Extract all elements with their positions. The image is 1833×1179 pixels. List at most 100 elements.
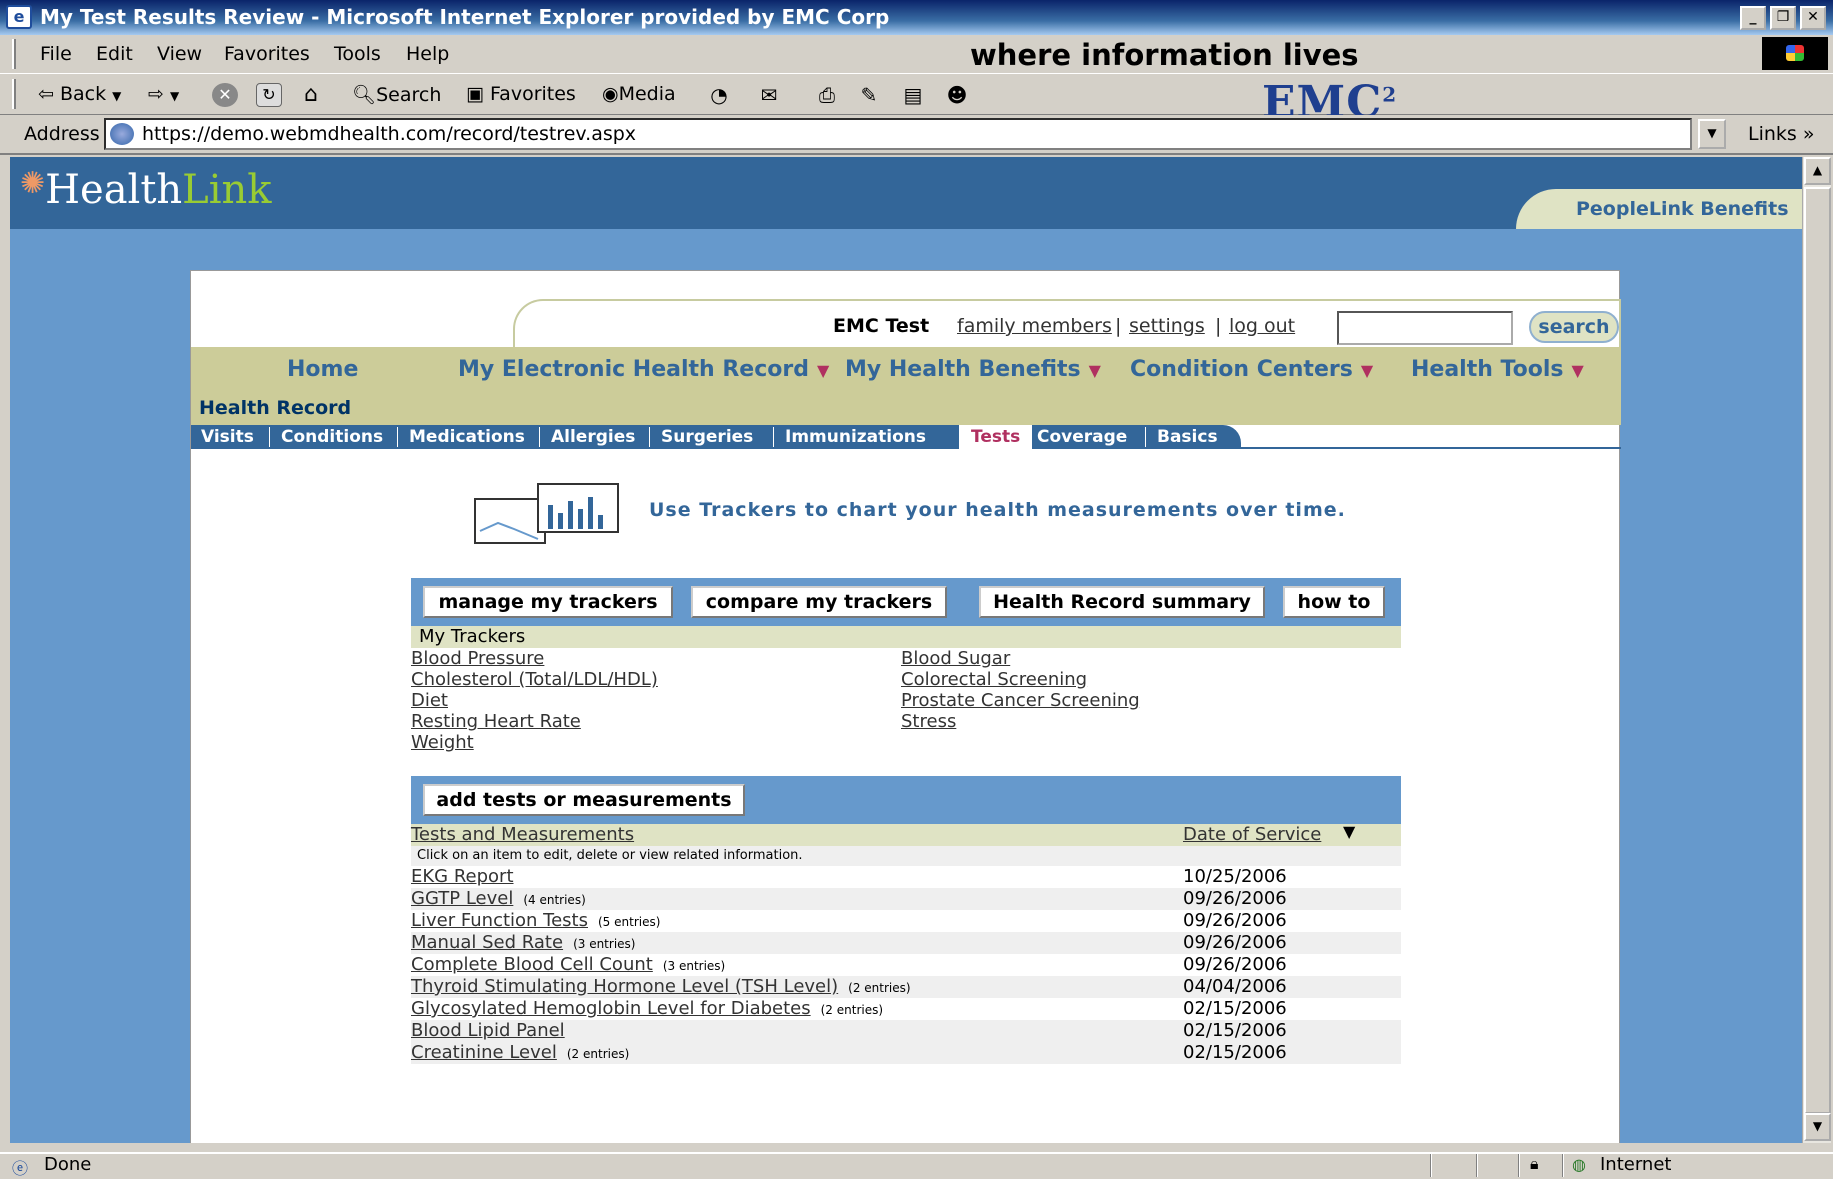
tracker-resting-heart-rate[interactable]: Resting Heart Rate — [411, 711, 581, 732]
tab-immunizations[interactable]: Immunizations — [785, 427, 926, 447]
tab-coverage[interactable]: Coverage — [1037, 427, 1127, 447]
tracker-colorectal-screening[interactable]: Colorectal Screening — [901, 669, 1087, 690]
vertical-scrollbar[interactable]: ▲ ▼ — [1802, 157, 1831, 1143]
discuss-icon[interactable]: ▤ — [900, 83, 926, 107]
tracker-weight[interactable]: Weight — [411, 732, 474, 753]
address-input[interactable]: https://demo.webmdhealth.com/record/test… — [104, 118, 1692, 150]
menu-favorites[interactable]: Favorites — [224, 43, 310, 65]
scroll-down-button[interactable]: ▼ — [1804, 1113, 1831, 1141]
settings-link[interactable]: settings — [1129, 315, 1205, 337]
edit-icon[interactable]: ✎ — [856, 83, 882, 107]
tab-surgeries[interactable]: Surgeries — [661, 427, 753, 447]
test-name-link[interactable]: Liver Function Tests (5 entries) — [411, 910, 660, 931]
nav-home[interactable]: Home — [287, 357, 358, 382]
test-name-link[interactable]: Blood Lipid Panel — [411, 1020, 575, 1041]
nav-health-tools[interactable]: Health Tools ▼ — [1411, 357, 1584, 382]
chevron-down-icon[interactable]: ▼ — [112, 89, 121, 103]
healthlink-logo[interactable]: ✺HealthLink — [20, 166, 272, 213]
table-row[interactable]: Liver Function Tests (5 entries) 09/26/20… — [411, 910, 1401, 932]
links-button[interactable]: Links » — [1748, 123, 1814, 145]
refresh-icon[interactable]: ↻ — [256, 83, 282, 107]
table-row[interactable]: Glycosylated Hemoglobin Level for Diabet… — [411, 998, 1401, 1020]
menu-edit[interactable]: Edit — [96, 43, 133, 65]
test-name-link[interactable]: GGTP Level (4 entries) — [411, 888, 586, 909]
forward-button[interactable]: ⇨ ▼ — [148, 83, 179, 105]
table-row[interactable]: GGTP Level (4 entries) 09/26/2006 — [411, 888, 1401, 910]
test-name-link[interactable]: Complete Blood Cell Count (3 entries) — [411, 954, 725, 975]
col-tests-and-measurements[interactable]: Tests and Measurements — [411, 824, 634, 845]
favorites-button[interactable]: ▣ Favorites — [466, 83, 576, 105]
status-divider — [1518, 1154, 1520, 1177]
table-row[interactable]: Manual Sed Rate (3 entries) 09/26/2006 — [411, 932, 1401, 954]
media-button[interactable]: ◉Media — [602, 83, 676, 105]
back-button[interactable]: ⇦ Back ▼ — [38, 83, 121, 105]
health-record-summary-button[interactable]: Health Record summary — [979, 586, 1265, 618]
site-header: ✺HealthLink PeopleLink Benefits — [10, 157, 1802, 229]
log-out-link[interactable]: log out — [1229, 315, 1295, 337]
toolbar-grip[interactable] — [12, 39, 16, 69]
tracker-cholesterol[interactable]: Cholesterol (Total/LDL/HDL) — [411, 669, 658, 690]
search-button[interactable]: 🔍︎Search — [352, 83, 441, 106]
history-icon[interactable]: ◔ — [706, 83, 732, 107]
home-icon[interactable]: ⌂ — [298, 83, 324, 107]
scroll-up-button[interactable]: ▲ — [1804, 157, 1831, 185]
tracker-blood-pressure[interactable]: Blood Pressure — [411, 648, 544, 669]
tracker-diet[interactable]: Diet — [411, 690, 448, 711]
search-input[interactable] — [1337, 311, 1513, 345]
ie-app-icon[interactable]: e — [6, 5, 32, 29]
tracker-blood-sugar[interactable]: Blood Sugar — [901, 648, 1010, 669]
chevron-down-icon: ▼ — [1571, 361, 1584, 380]
test-name-link[interactable]: EKG Report — [411, 866, 524, 887]
nav-electronic-health-record[interactable]: My Electronic Health Record ▼ — [458, 357, 829, 382]
tab-visits[interactable]: Visits — [201, 427, 254, 447]
tab-conditions[interactable]: Conditions — [281, 427, 383, 447]
col-date-of-service[interactable]: Date of Service — [1183, 824, 1321, 845]
menu-help[interactable]: Help — [406, 43, 449, 65]
minimize-button[interactable]: _ — [1740, 6, 1766, 30]
manage-trackers-button[interactable]: manage my trackers — [423, 586, 673, 618]
chevron-down-icon[interactable]: ▼ — [170, 89, 179, 103]
stop-icon[interactable]: ✕ — [212, 83, 238, 107]
restore-button[interactable]: ❐ — [1770, 6, 1796, 30]
how-to-button[interactable]: how to — [1283, 586, 1385, 618]
test-name-link[interactable]: Thyroid Stimulating Hormone Level (TSH L… — [411, 976, 911, 997]
table-row[interactable]: Complete Blood Cell Count (3 entries) 09/… — [411, 954, 1401, 976]
menu-view[interactable]: View — [157, 43, 202, 65]
address-bar: Address https://demo.webmdhealth.com/rec… — [0, 115, 1833, 155]
tracker-stress[interactable]: Stress — [901, 711, 956, 732]
search-button[interactable]: search — [1529, 311, 1619, 343]
table-row[interactable]: Blood Lipid Panel 02/15/2006 — [411, 1020, 1401, 1042]
forward-arrow-icon: ⇨ — [148, 83, 164, 105]
entry-count: (4 entries) — [523, 893, 586, 907]
table-row[interactable]: Thyroid Stimulating Hormone Level (TSH L… — [411, 976, 1401, 998]
globe-icon: ◍ — [1572, 1155, 1586, 1174]
peoplelink-benefits-tab[interactable]: PeopleLink Benefits — [1516, 189, 1802, 229]
table-row[interactable]: EKG Report 10/25/2006 — [411, 866, 1401, 888]
menu-file[interactable]: File — [40, 43, 72, 65]
sort-desc-icon[interactable]: ▼ — [1343, 822, 1355, 841]
tab-separator — [539, 427, 540, 447]
test-name-link[interactable]: Glycosylated Hemoglobin Level for Diabet… — [411, 998, 883, 1019]
tracker-promo-text[interactable]: Use Trackers to chart your health measur… — [649, 499, 1346, 521]
nav-condition-centers[interactable]: Condition Centers ▼ — [1130, 357, 1373, 382]
print-icon[interactable]: ⎙ — [814, 83, 840, 107]
tab-tests[interactable]: Tests — [959, 425, 1033, 449]
test-name-link[interactable]: Creatinine Level (2 entries) — [411, 1042, 629, 1063]
scroll-thumb[interactable] — [1804, 187, 1831, 1114]
tracker-prostate-cancer-screening[interactable]: Prostate Cancer Screening — [901, 690, 1140, 711]
compare-trackers-button[interactable]: compare my trackers — [691, 586, 947, 618]
nav-health-benefits[interactable]: My Health Benefits ▼ — [845, 357, 1101, 382]
menu-tools[interactable]: Tools — [334, 43, 381, 65]
messenger-icon[interactable]: ☻ — [944, 83, 970, 107]
family-members-link[interactable]: family members — [957, 315, 1112, 337]
tab-medications[interactable]: Medications — [409, 427, 525, 447]
toolbar-grip[interactable] — [12, 79, 16, 109]
tab-basics[interactable]: Basics — [1157, 427, 1218, 447]
test-name-link[interactable]: Manual Sed Rate (3 entries) — [411, 932, 635, 953]
address-dropdown-button[interactable]: ▼ — [1698, 119, 1726, 149]
add-tests-button[interactable]: add tests or measurements — [423, 784, 745, 816]
mail-icon[interactable]: ✉ — [756, 83, 782, 107]
close-button[interactable]: ✕ — [1800, 6, 1826, 30]
table-row[interactable]: Creatinine Level (2 entries) 02/15/2006 — [411, 1042, 1401, 1064]
tab-allergies[interactable]: Allergies — [551, 427, 635, 447]
